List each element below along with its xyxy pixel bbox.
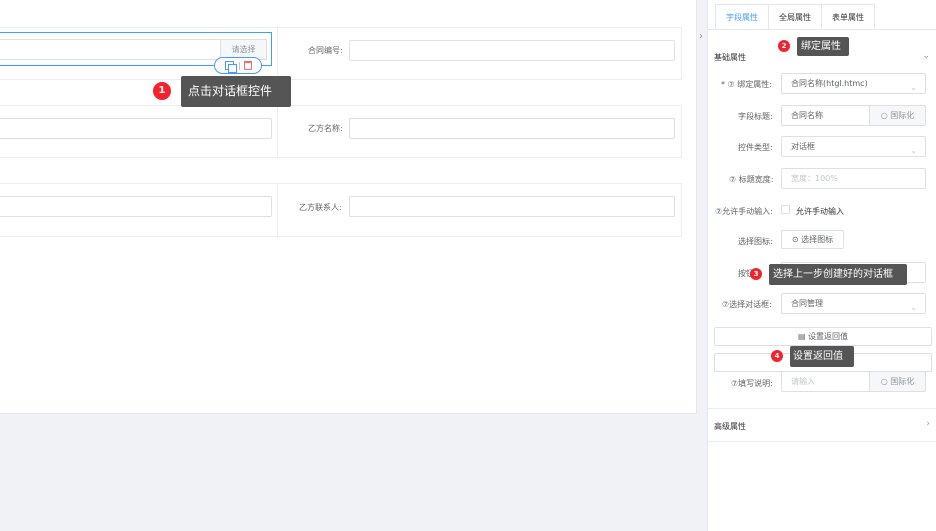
- fill-desc-label: ⑦填写说明:: [731, 379, 773, 388]
- step-badge-3: 3: [750, 268, 762, 280]
- collapse-panel-icon[interactable]: ›: [699, 31, 707, 43]
- row-divider: [277, 106, 278, 157]
- action-separator: [238, 61, 240, 70]
- contract-no-label: 合同编号:: [308, 46, 343, 55]
- step-badge-4: 4: [771, 350, 783, 362]
- choose-dialog-value: 合同管理: [791, 299, 823, 308]
- control-type-value: 对话框: [791, 142, 815, 151]
- i18n-label-2: 国际化: [890, 377, 915, 386]
- choose-dialog-select[interactable]: 合同管理 ⌄: [781, 293, 926, 314]
- field-title-label: 字段标题:: [738, 112, 773, 121]
- i18n-label: 国际化: [890, 111, 915, 120]
- choose-icon-label: 选择图标:: [738, 237, 773, 246]
- party-b-contact-input[interactable]: [349, 196, 675, 217]
- allow-manual-text[interactable]: 允许手动输入: [796, 206, 844, 217]
- i18n-button[interactable]: ○ 国际化: [869, 105, 926, 126]
- tabs-underline: [708, 29, 936, 30]
- field-title-input[interactable]: 合同名称: [781, 105, 870, 126]
- chevron-down-icon: ⌄: [910, 146, 917, 155]
- chevron-down-icon: ⌄: [910, 83, 917, 92]
- form-canvas: 合同编号: 请选择 乙方名称: 乙方联系人:: [0, 0, 697, 414]
- callout-4: 设置返回值: [790, 346, 854, 367]
- search-icon: ⊙: [791, 235, 802, 244]
- callout-1: 点击对话框控件: [181, 76, 291, 107]
- list-icon: ▤: [797, 332, 809, 341]
- title-width-label: ⑦ 标题宽度:: [729, 175, 774, 184]
- tab-global-properties[interactable]: 全局属性: [769, 4, 822, 30]
- section-divider: [708, 408, 936, 409]
- row-divider: [277, 28, 278, 79]
- bind-property-value: 合同名称(htgl.htmc): [791, 79, 868, 88]
- form-row-2: 乙方名称:: [0, 105, 682, 158]
- advanced-section-title[interactable]: 高级属性: [714, 421, 746, 432]
- search-icon: ○: [880, 377, 891, 386]
- chevron-right-icon[interactable]: ›: [926, 419, 930, 429]
- contract-no-input[interactable]: [349, 40, 675, 61]
- party-b-name-input[interactable]: [349, 118, 675, 139]
- choose-icon-button-label: 选择图标: [801, 235, 834, 244]
- delete-icon[interactable]: [243, 61, 252, 70]
- basic-section-title[interactable]: 基础属性: [714, 52, 746, 63]
- section-divider: [708, 441, 936, 442]
- title-width-input[interactable]: 宽度：100%: [781, 168, 926, 189]
- allow-manual-checkbox[interactable]: [781, 205, 790, 214]
- set-return-value-button[interactable]: ▤ 设置返回值: [714, 327, 932, 346]
- control-type-select[interactable]: 对话框 ⌄: [781, 136, 926, 157]
- control-actions: [214, 57, 262, 74]
- chevron-down-icon[interactable]: ⌄: [922, 51, 930, 61]
- party-a-input[interactable]: [0, 118, 272, 139]
- callout-2: 绑定属性: [797, 37, 849, 56]
- copy-icon[interactable]: [224, 60, 237, 73]
- choose-dialog-label: ⑦选择对话框:: [722, 300, 772, 309]
- callout-3: 选择上一步创建好的对话框: [769, 264, 907, 285]
- tab-form-properties[interactable]: 表单属性: [822, 4, 875, 30]
- form-row-3: 乙方联系人:: [0, 183, 682, 237]
- row-divider: [277, 184, 278, 236]
- bind-property-select[interactable]: 合同名称(htgl.htmc) ⌄: [781, 73, 926, 94]
- party-b-name-label: 乙方名称:: [308, 124, 343, 133]
- party-a-contact-input[interactable]: [0, 196, 272, 217]
- search-icon: ○: [880, 111, 891, 120]
- tab-field-properties[interactable]: 字段属性: [715, 4, 769, 30]
- chevron-down-icon: ⌄: [910, 303, 917, 312]
- fill-desc-input[interactable]: 请输入: [781, 371, 870, 392]
- step-badge-1: 1: [153, 82, 171, 100]
- i18n-button-2[interactable]: ○ 国际化: [869, 371, 926, 392]
- bind-property-label: * ⑦ 绑定属性:: [721, 80, 772, 89]
- panel-tabs: 字段属性 全局属性 表单属性: [715, 4, 875, 30]
- set-return-value-label: 设置返回值: [808, 332, 849, 341]
- party-b-contact-label: 乙方联系人:: [299, 203, 342, 212]
- control-type-label: 控件类型:: [738, 143, 773, 152]
- allow-manual-label: ⑦允许手动输入:: [715, 207, 773, 216]
- step-badge-2: 2: [778, 40, 790, 52]
- choose-icon-button[interactable]: ⊙ 选择图标: [781, 230, 844, 249]
- canvas-background: [0, 414, 697, 531]
